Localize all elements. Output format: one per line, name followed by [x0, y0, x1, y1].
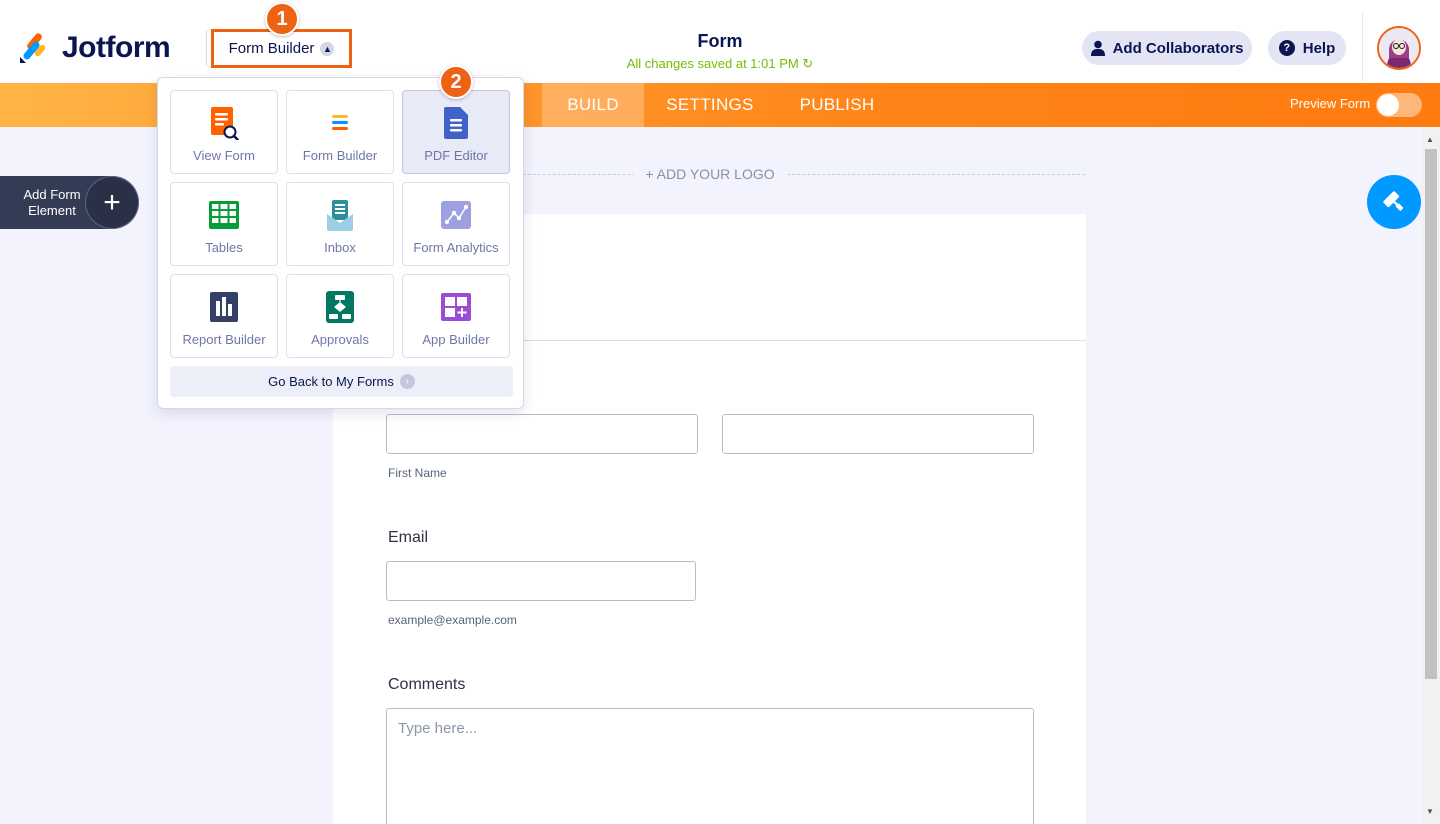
add-form-element-button[interactable]: Add Form Element +	[0, 176, 139, 229]
top-header: Jotform Form Builder ▲ Form All changes …	[0, 0, 1440, 83]
add-logo-link[interactable]: + ADD YOUR LOGO	[634, 166, 786, 182]
email-sublabel: example@example.com	[388, 613, 517, 627]
form-title-block: Form All changes saved at 1:01 PM ↻	[570, 31, 870, 72]
chevron-up-icon: ▲	[320, 41, 335, 56]
undo-icon[interactable]: ↻	[802, 56, 813, 71]
tab-publish[interactable]: PUBLISH	[786, 83, 888, 127]
plus-icon: +	[85, 176, 139, 229]
approvals-icon	[325, 290, 355, 324]
menu-item-view-form[interactable]: View Form	[170, 90, 278, 174]
form-designer-button[interactable]	[1367, 175, 1421, 229]
preview-form-toggle[interactable]	[1376, 93, 1422, 117]
report-builder-icon	[209, 290, 239, 324]
go-back-label: Go Back to My Forms	[268, 374, 394, 389]
menu-item-form-analytics[interactable]: Form Analytics	[402, 182, 510, 266]
tables-icon	[209, 198, 239, 232]
avatar-illustration	[1379, 28, 1419, 68]
first-name-sublabel: First Name	[388, 466, 447, 480]
comments-label: Comments	[388, 676, 466, 693]
menu-item-label: Report Builder	[182, 332, 266, 347]
first-name-input[interactable]	[386, 414, 698, 454]
help-button[interactable]: ? Help	[1268, 31, 1346, 65]
menu-item-inbox[interactable]: Inbox	[286, 182, 394, 266]
toggle-knob	[1377, 94, 1399, 116]
analytics-icon	[441, 198, 471, 232]
go-back-to-my-forms-button[interactable]: Go Back to My Forms ›	[170, 366, 513, 397]
add-collaborators-label: Add Collaborators	[1112, 39, 1244, 57]
user-icon	[1090, 40, 1105, 56]
header-divider	[206, 30, 207, 66]
help-icon: ?	[1278, 40, 1295, 56]
menu-item-label: Form Builder	[302, 148, 378, 163]
email-label: Email	[388, 529, 429, 546]
form-title[interactable]: Form	[570, 31, 870, 52]
add-form-element-label: Add Form Element	[10, 187, 94, 219]
pdf-editor-icon	[441, 106, 471, 140]
help-label: Help	[1302, 39, 1336, 57]
menu-item-tables[interactable]: Tables	[170, 182, 278, 266]
app-builder-icon	[441, 290, 471, 324]
add-form-element-line-1: Add Form	[23, 187, 81, 202]
paint-roller-icon	[1383, 191, 1404, 211]
brand-name: Jotform	[62, 31, 171, 64]
menu-item-report-builder[interactable]: Report Builder	[170, 274, 278, 358]
menu-item-form-builder[interactable]: Form Builder	[286, 90, 394, 174]
tab-build[interactable]: BUILD	[542, 83, 644, 127]
scroll-thumb[interactable]	[1425, 149, 1437, 679]
form-builder-switcher-label: Form Builder	[228, 40, 315, 57]
inbox-icon	[325, 198, 355, 232]
menu-item-label: Form Analytics	[413, 240, 499, 255]
tab-settings[interactable]: SETTINGS	[656, 83, 764, 127]
scroll-up-arrow-icon[interactable]: ▲	[1426, 135, 1434, 144]
chevron-right-icon: ›	[399, 374, 415, 389]
email-input[interactable]	[386, 561, 696, 601]
save-status: All changes saved at 1:01 PM ↻	[570, 56, 870, 72]
jotform-logo-icon	[20, 33, 46, 63]
save-status-text: All changes saved at 1:01 PM	[626, 56, 799, 71]
menu-item-label: App Builder	[422, 332, 490, 347]
menu-item-label: Approvals	[311, 332, 369, 347]
menu-item-label: View Form	[193, 148, 255, 163]
header-separator	[1362, 13, 1363, 81]
scroll-down-arrow-icon[interactable]: ▼	[1426, 807, 1434, 816]
comments-textarea[interactable]: Type here...	[386, 708, 1034, 824]
page-scrollbar[interactable]: ▲ ▼	[1422, 127, 1440, 824]
comments-placeholder: Type here...	[398, 720, 478, 737]
step-1-badge: 1	[265, 2, 299, 36]
avatar[interactable]	[1377, 26, 1421, 70]
menu-item-app-builder[interactable]: App Builder	[402, 274, 510, 358]
product-switcher-dropdown: View Form Form Builder PDF Editor Tables…	[157, 77, 524, 409]
jotform-logo[interactable]: Jotform	[18, 31, 171, 64]
menu-item-label: Inbox	[324, 240, 356, 255]
add-collaborators-button[interactable]: Add Collaborators	[1082, 31, 1252, 65]
preview-form-label: Preview Form	[1290, 96, 1371, 111]
menu-item-pdf-editor[interactable]: PDF Editor	[402, 90, 510, 174]
step-2-badge: 2	[439, 65, 473, 99]
menu-item-approvals[interactable]: Approvals	[286, 274, 394, 358]
menu-item-label: PDF Editor	[424, 148, 488, 163]
form-builder-icon	[325, 106, 355, 140]
view-form-icon	[209, 106, 239, 140]
last-name-input[interactable]	[722, 414, 1034, 454]
menu-item-label: Tables	[205, 240, 243, 255]
add-form-element-line-2: Element	[28, 203, 76, 218]
